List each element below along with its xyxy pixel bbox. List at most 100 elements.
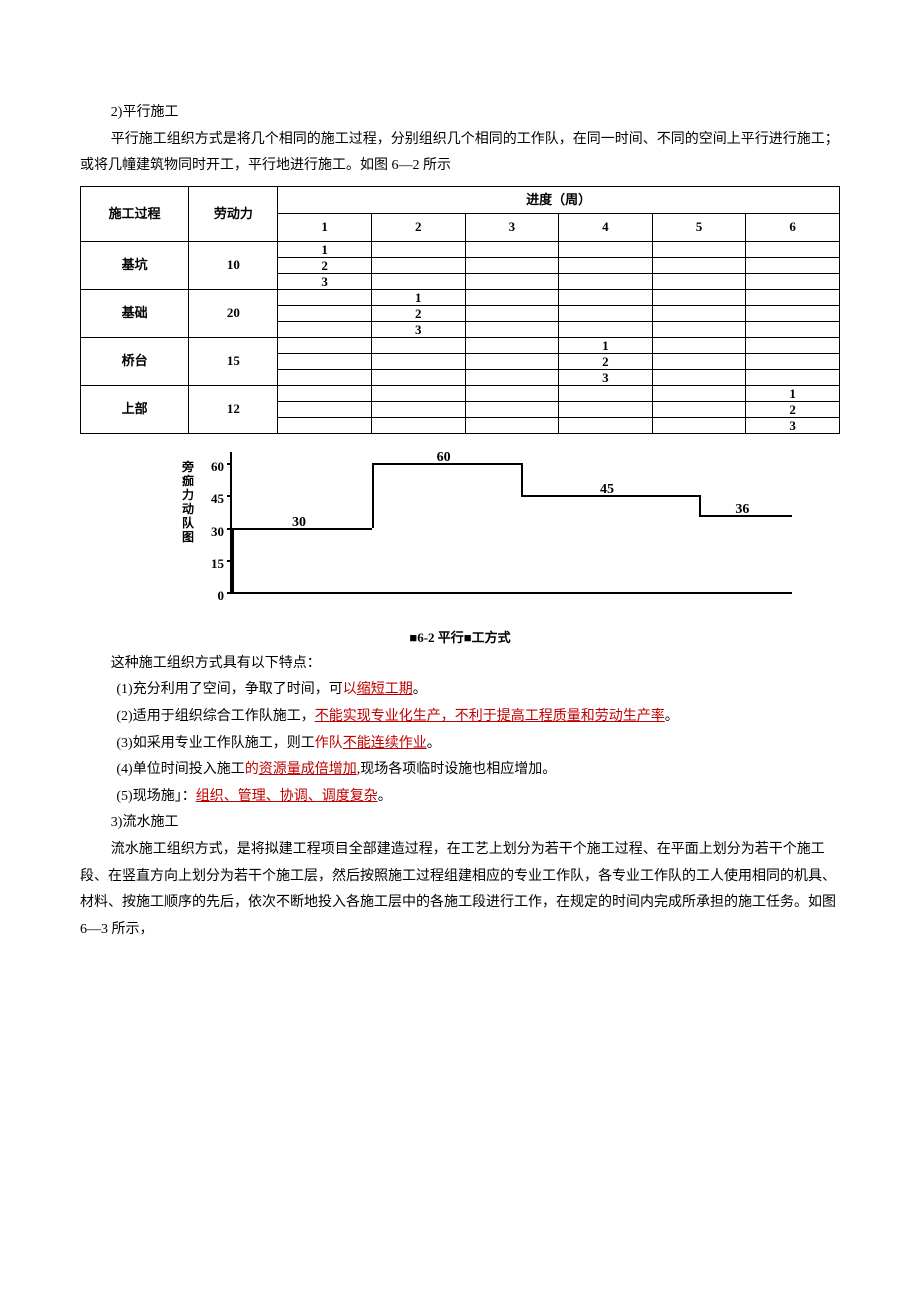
step-label-60: 60 [437,445,451,472]
paragraph-1: 平行施工组织方式是将几个相同的施工过程，分别组织几个相同的工作队，在同一时间、不… [80,127,840,180]
step-label-30: 30 [292,510,306,537]
cell [559,386,653,402]
h2b-title: 流水施工 [122,815,178,830]
cell [371,242,465,258]
col-progress: 进度（周） [278,186,840,214]
cell [559,402,653,418]
labor-基础: 20 [189,290,278,338]
cell [465,370,559,386]
cell [465,338,559,354]
chart-y-label: 旁痂力动队图 [182,460,198,544]
cell [465,306,559,322]
cell [465,386,559,402]
proc-桥台: 桥台 [81,338,189,386]
cell [652,306,746,322]
cell: 3 [371,322,465,338]
cell [652,274,746,290]
heading-2a: 2)平行施工 [80,100,840,127]
cell [278,290,372,306]
schedule-table: 施工过程劳动力进度（周）123456基坑10123基础20123桥台15123上… [80,186,840,434]
proc-上部: 上部 [81,386,189,434]
cell [559,258,653,274]
cell: 3 [278,274,372,290]
ytick-mark [227,463,232,465]
h2a-num: 2) [111,105,123,120]
cell: 2 [278,258,372,274]
cell [746,322,840,338]
cell [652,402,746,418]
cell [371,258,465,274]
ytick-mark [227,495,232,497]
cell [465,290,559,306]
cell: 1 [559,338,653,354]
caption-fig-title: 平行■工方式 [435,630,511,645]
labor-基坑: 10 [189,242,278,290]
cell [278,322,372,338]
week-3: 3 [465,214,559,242]
cell [652,290,746,306]
week-5: 5 [652,214,746,242]
cell [652,258,746,274]
ytick-45: 45 [198,487,224,512]
cell [278,370,372,386]
point-4: (4)单位时间投入施工的资源量成倍增加,现场各项临时设施也相应增加。 [80,757,840,784]
cell [559,306,653,322]
cell: 2 [746,402,840,418]
cell [652,386,746,402]
point-3: (3)如采用专业工作队施工，则工作队不能连续作业。 [80,731,840,758]
point-1: (1)充分利用了空间，争取了时间，可以缩短工期。 [80,677,840,704]
labor-上部: 12 [189,386,278,434]
cell [652,322,746,338]
ytick-0: 0 [198,584,224,609]
cell [559,418,653,434]
h2b-num: 3) [111,815,123,830]
col-labor: 劳动力 [189,186,278,241]
cell [465,354,559,370]
step-label-45: 45 [600,477,614,504]
cell [652,242,746,258]
cell [371,386,465,402]
week-4: 4 [559,214,653,242]
cell [465,402,559,418]
cell [371,402,465,418]
week-1: 1 [278,214,372,242]
cell [746,370,840,386]
ytick-60: 60 [198,455,224,480]
week-2: 2 [371,214,465,242]
step-rise [372,463,374,528]
cell [371,370,465,386]
cell [465,274,559,290]
cell [278,386,372,402]
paragraph-2: 流水施工组织方式，是将拟建工程项目全部建造过程，在工艺上划分为若干个施工过程、在… [80,837,840,943]
cell [652,354,746,370]
cell [278,306,372,322]
step-rise [699,495,701,514]
cell: 1 [746,386,840,402]
cell [746,306,840,322]
point-2: (2)适用于组织综合工作队施工，不能实现专业化生产，不利于提高工程质量和劳动生产… [80,704,840,731]
ytick-30: 30 [198,520,224,545]
cell [465,242,559,258]
cell [465,322,559,338]
col-process: 施工过程 [81,186,189,241]
cell [371,354,465,370]
cell [559,274,653,290]
labor-force-chart: 旁痂力动队图 01530456030604536 [220,452,820,622]
proc-基础: 基础 [81,290,189,338]
cell [278,354,372,370]
cell: 2 [371,306,465,322]
cell [465,418,559,434]
h2a-title: 平行施工 [122,105,178,120]
cell [652,338,746,354]
cell: 3 [559,370,653,386]
cell [371,338,465,354]
cell: 1 [278,242,372,258]
step-rise [521,463,523,495]
cell [465,258,559,274]
cell [746,290,840,306]
cell [652,370,746,386]
ytick-mark [227,592,232,594]
cell [652,418,746,434]
cell [559,242,653,258]
cell [371,274,465,290]
